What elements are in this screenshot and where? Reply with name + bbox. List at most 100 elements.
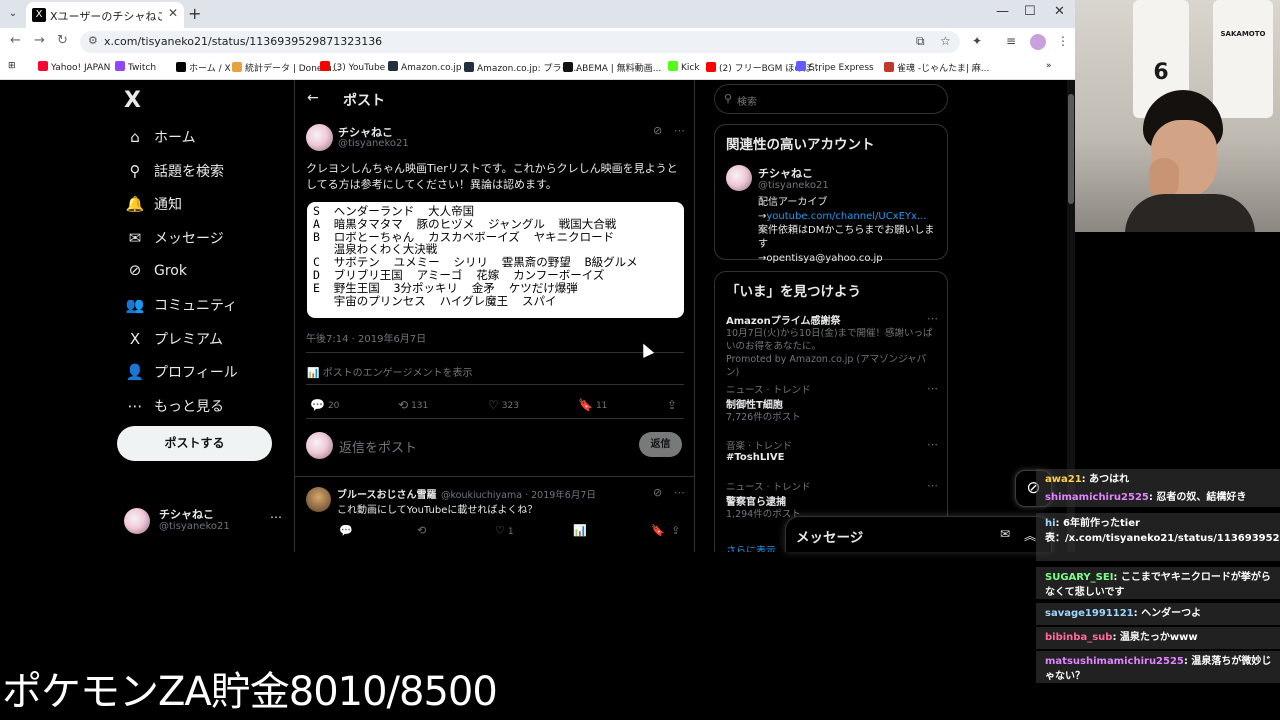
reply-bookmark-button[interactable]: 🔖 xyxy=(651,524,668,537)
minimize-icon[interactable]: — xyxy=(996,4,1009,19)
trend-item[interactable]: ニュース · トレンド 制御性T細胞 7,726件のポスト ⋯ xyxy=(726,382,938,424)
bookmarks-overflow-icon[interactable]: » xyxy=(1046,61,1052,71)
trend-more-icon[interactable]: ⋯ xyxy=(927,438,938,451)
bookmark-item[interactable]: Kick xyxy=(668,61,700,73)
forward-icon[interactable]: → xyxy=(34,33,45,48)
profile-icon: 👤 xyxy=(125,363,145,382)
site-info-icon[interactable]: ⚙ xyxy=(88,34,98,47)
bookmark-item[interactable]: Amazon.co.jp: プライ... xyxy=(464,61,579,74)
grok-icon[interactable]: ⊘ xyxy=(653,124,662,137)
reply-input[interactable]: 返信をポスト xyxy=(339,437,417,456)
tab-close-icon[interactable]: ✕ xyxy=(168,6,178,20)
tab-search-icon[interactable]: ⌄ xyxy=(4,5,22,23)
trend-item[interactable]: 音楽 · トレンド #ToshLIVE ⋯ xyxy=(726,438,938,463)
trend-more-icon[interactable]: ⋯ xyxy=(927,312,938,325)
sidebar-item-home[interactable]: ⌂ ホーム xyxy=(124,127,195,155)
reply-views-button[interactable]: 📊 xyxy=(573,524,590,537)
show-more-link[interactable]: さらに表示 xyxy=(726,542,776,552)
repost-button[interactable]: ⟲ 131 xyxy=(398,398,428,412)
browser-menu-icon[interactable]: ⋮ xyxy=(1057,34,1069,48)
sidebar-item-premium[interactable]: X プレミアム xyxy=(124,329,223,357)
reply-meta[interactable]: @koukiuchiyama · 2019年6月7日 xyxy=(441,487,596,501)
reply-submit-button[interactable]: 返信 xyxy=(639,432,682,457)
scrollbar-thumb[interactable] xyxy=(1068,94,1074,204)
reply-share-button[interactable]: ⇪ xyxy=(671,524,683,537)
author-handle[interactable]: @tisyaneko21 xyxy=(338,138,409,149)
more-icon[interactable]: ⋯ xyxy=(674,486,685,499)
related-accounts-panel: 関連性の高いアカウント チシャねこ @tisyaneko21 配信アーカイブ →… xyxy=(714,124,948,264)
reply-repost-button[interactable]: ⟲ xyxy=(417,524,429,537)
trend-more-icon[interactable]: ⋯ xyxy=(927,382,938,395)
reply-count: 20 xyxy=(327,401,340,411)
related-handle[interactable]: @tisyaneko21 xyxy=(758,180,829,191)
bookmark-item[interactable]: ホーム / X xyxy=(176,61,231,74)
bookmark-item[interactable]: (3) YouTube xyxy=(320,61,385,73)
bookmark-item[interactable]: Twitch xyxy=(115,61,156,73)
right-sidebar: ⚲ 検索 関連性の高いアカウント チシャねこ @tisyaneko21 配信アー… xyxy=(714,80,948,552)
bookmark-item[interactable]: ABEMA | 無料動画... xyxy=(563,61,661,74)
grok-icon[interactable]: ⊘ xyxy=(653,486,662,499)
install-icon[interactable]: ⧉ xyxy=(916,34,925,49)
back-arrow-icon[interactable]: ← xyxy=(307,90,319,106)
sidebar-item-grok[interactable]: ⊘ Grok xyxy=(124,261,187,289)
panel-title: 「いま」を見つけよう xyxy=(726,284,861,300)
reload-icon[interactable]: ↻ xyxy=(57,33,68,48)
tab-strip: ⌄ X Xユーザーのチシャねこさん: 「クレヨン ✕ + — ☐ ✕ xyxy=(0,0,1075,28)
author-avatar[interactable] xyxy=(306,124,333,151)
related-name[interactable]: チシャねこ xyxy=(758,165,813,181)
bookmark-item[interactable]: Stripe Express xyxy=(796,61,874,73)
bookmark-item[interactable]: 雀魂 -じゃんたま| 麻... xyxy=(884,61,989,74)
new-tab-icon[interactable]: + xyxy=(188,4,201,23)
bookmark-star-icon[interactable]: ☆ xyxy=(940,34,951,48)
messages-drawer[interactable]: メッセージ ✉ ︽ xyxy=(785,516,1052,552)
share-button[interactable]: ⇪ xyxy=(667,398,680,412)
reply-author-name[interactable]: ブルースおじさん雪羅 xyxy=(337,486,437,501)
communities-icon: 👥 xyxy=(125,296,145,314)
bio-line: 配信アーカイブ xyxy=(758,197,828,208)
sidebar-item-communities[interactable]: 👥 コミュニティ xyxy=(124,295,238,323)
trend-item[interactable]: Amazonプライム感謝祭 10月7日(火)から10日(金)まで開催！感謝いっぱい… xyxy=(726,312,938,379)
media-icon[interactable]: ≡ xyxy=(1006,34,1016,48)
bookmark-label: Amazon.co.jp xyxy=(401,63,462,73)
window-close-icon[interactable]: ✕ xyxy=(1054,4,1065,19)
more-icon[interactable]: ⋯ xyxy=(674,124,685,137)
bookmark-item[interactable]: Amazon.co.jp xyxy=(388,61,462,73)
reply-reply-button[interactable]: 💬 xyxy=(339,524,356,537)
reply-like-button[interactable]: ♡ 1 xyxy=(495,524,514,537)
sidebar-item-profile[interactable]: 👤 プロフィール xyxy=(124,362,238,390)
maximize-icon[interactable]: ☐ xyxy=(1024,4,1036,19)
reply-button[interactable]: 💬 20 xyxy=(310,398,339,412)
address-bar[interactable]: ⚙ x.com/tisyaneko21/status/1136939529871… xyxy=(80,31,960,53)
tier-list-image[interactable]: S ヘンダーランド 大人帝国 A 暗黒タマタマ 豚のヒヅメ ジャングル 戦国大合戦… xyxy=(307,202,684,318)
account-switcher[interactable]: チシャねこ @tisyaneko21 ⋯ xyxy=(124,506,284,536)
trend-more-icon[interactable]: ⋯ xyxy=(927,479,938,492)
reply-avatar[interactable] xyxy=(306,487,331,512)
bookmark-button[interactable]: 🔖 11 xyxy=(578,398,607,412)
chat-text: 6年前作ったtier表：/x.com/tisyaneko21/status/11… xyxy=(1045,518,1280,544)
back-icon[interactable]: ← xyxy=(10,33,21,48)
sidebar-item-more[interactable]: ⋯ もっと見る xyxy=(124,396,225,424)
post-timestamp[interactable]: 午後7:14 · 2019年6月7日 xyxy=(306,330,426,345)
sidebar-item-messages[interactable]: ✉ メッセージ xyxy=(124,228,224,256)
engagement-link[interactable]: 📊 ポストのエンゲージメントを表示 xyxy=(307,364,472,379)
search-input[interactable]: ⚲ 検索 xyxy=(714,84,948,114)
expand-icon[interactable]: ︽ xyxy=(1024,527,1036,544)
search-icon: ⚲ xyxy=(724,92,733,105)
trend-item[interactable]: ニュース · トレンド 警察官ら逮捕 1,294件のポスト ⋯ xyxy=(726,479,938,521)
sidebar-item-explore[interactable]: ⚲ 話題を検索 xyxy=(124,161,225,189)
bio-line: →youtube.com/channel/UCxEYx... 案件依頼はDMかこ… xyxy=(758,210,938,252)
profile-avatar[interactable] xyxy=(1030,34,1046,50)
new-message-icon[interactable]: ✉ xyxy=(1000,527,1010,541)
related-avatar[interactable] xyxy=(726,165,752,191)
like-button[interactable]: ♡ 323 xyxy=(488,398,519,412)
x-logo-icon[interactable]: X xyxy=(124,88,141,113)
extensions-icon[interactable]: ✦ xyxy=(972,34,982,48)
chat-text: 忍者の奴、結構好き xyxy=(1156,492,1247,503)
bookmark-item[interactable]: Yahoo! JAPAN xyxy=(38,61,110,73)
sidebar-item-notifications[interactable]: 🔔 通知 xyxy=(124,194,182,222)
apps-icon[interactable]: ⊞ xyxy=(8,61,16,71)
post-button[interactable]: ポストする xyxy=(117,426,272,461)
tab-active[interactable]: X Xユーザーのチシャねこさん: 「クレヨン ✕ xyxy=(26,2,184,28)
bio-link[interactable]: youtube.com/channel/UCxEYx... xyxy=(766,211,926,222)
more-icon[interactable]: ⋯ xyxy=(270,510,282,524)
